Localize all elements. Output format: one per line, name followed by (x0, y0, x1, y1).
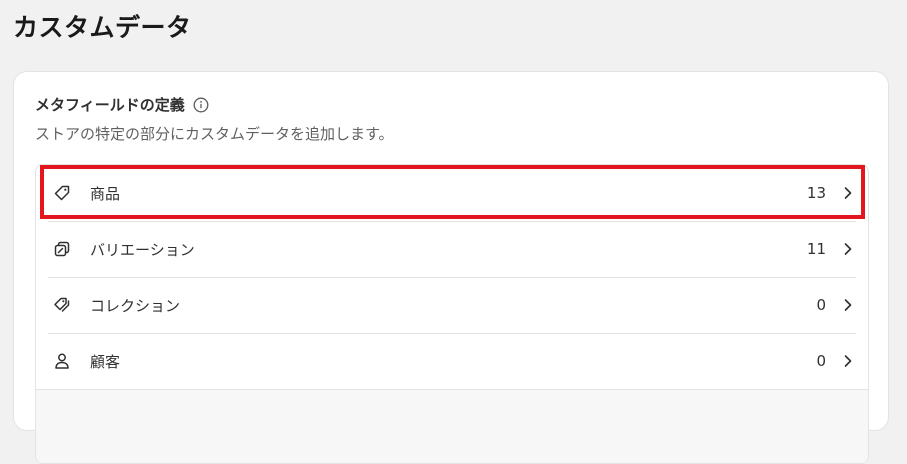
list-item-collections[interactable]: コレクション 0 (36, 277, 868, 333)
tag-icon (52, 183, 72, 203)
list-item-label: コレクション (90, 296, 181, 315)
card-title: メタフィールドの定義 (35, 96, 185, 114)
list-item-count: 0 (816, 296, 826, 314)
chevron-right-icon (840, 353, 856, 369)
metafield-resource-list: 商品 13 バリエーション 11 コレクション 0 顧客 0 (35, 164, 869, 464)
metafield-definitions-card: メタフィールドの定義 ストアの特定の部分にカスタムデータを追加します。 商品 1… (13, 71, 889, 464)
info-icon[interactable] (193, 97, 209, 113)
list-item-customers[interactable]: 顧客 0 (36, 333, 868, 389)
list-item-variants[interactable]: バリエーション 11 (36, 221, 868, 277)
list-item-count: 0 (816, 352, 826, 370)
chevron-right-icon (840, 297, 856, 313)
list-item-label: 商品 (90, 184, 121, 203)
card-header: メタフィールドの定義 ストアの特定の部分にカスタムデータを追加します。 (35, 94, 394, 144)
page-title: カスタムデータ (13, 13, 192, 42)
list-item-count: 13 (806, 184, 826, 202)
variant-icon (52, 239, 72, 259)
list-item-products[interactable]: 商品 13 (36, 165, 868, 221)
list-item-count: 11 (806, 240, 826, 258)
person-icon (52, 351, 72, 371)
chevron-right-icon (840, 241, 856, 257)
chevron-right-icon (840, 185, 856, 201)
list-footer (36, 389, 868, 463)
collection-icon (52, 295, 72, 315)
list-item-label: 顧客 (90, 352, 121, 371)
list-item-label: バリエーション (90, 240, 195, 259)
card-subtitle: ストアの特定の部分にカスタムデータを追加します。 (35, 125, 394, 143)
